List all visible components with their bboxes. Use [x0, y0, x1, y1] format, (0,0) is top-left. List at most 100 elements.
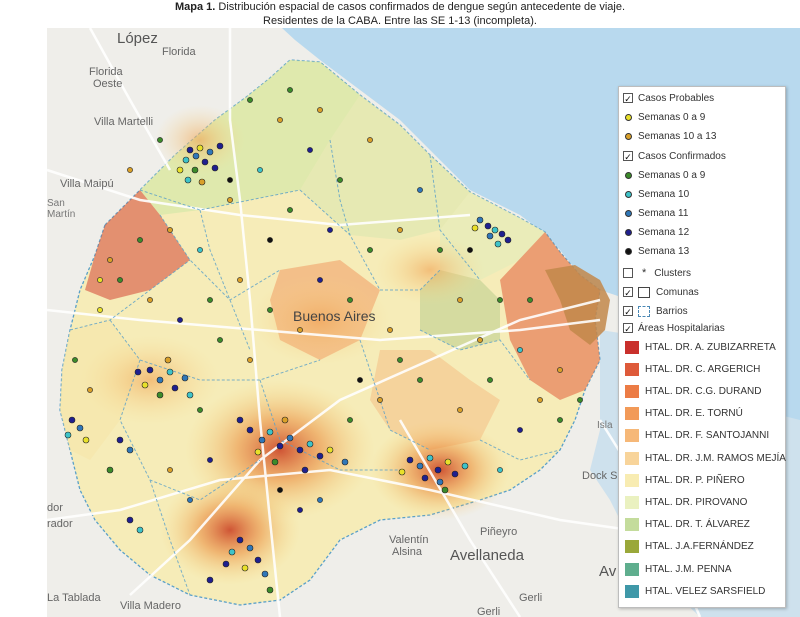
legend-label: Clusters: [654, 267, 691, 279]
legend-label: HTAL. DR. C.G. DURAND: [645, 385, 762, 397]
barrio-outline-icon: [638, 305, 650, 317]
legend-item-probables-0-9: Semanas 0 a 9: [623, 109, 705, 125]
legend-item-hospital: HTAL. DR. E. TORNÚ: [623, 406, 743, 422]
legend-item-hospital: HTAL. DR. P. PIÑERO: [623, 472, 745, 488]
dot-icon: [625, 247, 632, 255]
label-av: Av: [599, 563, 617, 580]
label-gerli-1: Gerli: [519, 592, 543, 604]
dot-icon: [625, 228, 632, 236]
legend-label: HTAL. DR. A. ZUBIZARRETA: [645, 341, 776, 353]
legend-label: HTAL. DR. F. SANTOJANNI: [645, 430, 770, 442]
label-martin-2: Martín: [47, 209, 76, 220]
legend-item-semana-12: Semana 12: [623, 224, 689, 240]
legend-item-confirmados-0-9: Semanas 0 a 9: [623, 167, 705, 183]
legend-item-hospital: HTAL. DR. J.M. RAMOS MEJÍA: [623, 450, 786, 466]
legend-label: Semana 12: [638, 226, 690, 238]
checkbox-checked-icon[interactable]: ✓: [623, 323, 633, 334]
legend-item-hospital: HTAL. DR. T. ÁLVAREZ: [623, 517, 750, 533]
color-swatch: [625, 518, 639, 532]
label-isla: Isla: [597, 420, 613, 431]
legend-item-hospital: HTAL. DR. A. ZUBIZARRETA: [623, 339, 776, 355]
legend-toggle-barrios[interactable]: ✓ Barrios: [623, 303, 688, 319]
map-caption: Mapa 1. Distribución espacial de casos c…: [0, 0, 800, 28]
legend-toggle-probables[interactable]: ✓ Casos Probables: [623, 90, 714, 106]
legend-item-semana-11: Semana 11: [623, 205, 688, 221]
label-avellaneda: Avellaneda: [450, 547, 524, 564]
legend-item-hospital: HTAL. DR. C. ARGERICH: [623, 361, 760, 377]
legend-item-semana-10: Semana 10: [623, 186, 689, 202]
legend-label: Casos Confirmados: [638, 150, 726, 162]
legend-item-hospital: HTAL. DR. C.G. DURAND: [623, 383, 762, 399]
legend-item-hospital: HTAL. DR. PIROVANO: [623, 494, 747, 510]
label-villa-maipu: Villa Maipú: [60, 178, 114, 190]
label-martin-1: San: [47, 198, 65, 209]
dot-icon: [625, 190, 632, 198]
caption-line1: Distribución espacial de casos confirmad…: [215, 1, 626, 13]
legend-label: HTAL. VELEZ SARSFIELD: [645, 585, 766, 597]
comuna-outline-icon: [638, 286, 650, 298]
dot-icon: [625, 132, 632, 140]
color-swatch: [625, 562, 639, 576]
legend-label: Barrios: [656, 305, 688, 317]
legend-toggle-areas[interactable]: ✓ Áreas Hospitalarias: [623, 320, 725, 336]
legend-item-semana-13: Semana 13: [623, 243, 689, 259]
legend-item-hospital: HTAL. DR. F. SANTOJANNI: [623, 428, 769, 444]
color-swatch: [625, 340, 639, 354]
color-swatch: [625, 451, 639, 465]
checkbox-unchecked-icon[interactable]: [623, 268, 633, 278]
label-valentin-2: Alsina: [392, 546, 422, 558]
color-swatch: [625, 429, 639, 443]
legend-item-hospital: HTAL. VELEZ SARSFIELD: [623, 583, 765, 599]
legend-item-probables-10-13: Semanas 10 a 13: [623, 128, 716, 144]
legend-label: HTAL. DR. C. ARGERICH: [645, 363, 761, 375]
legend-label: HTAL. J.M. PENNA: [645, 563, 732, 575]
label-villa-martelli: Villa Martelli: [94, 116, 154, 128]
label-florida: Florida: [162, 46, 196, 58]
color-swatch: [625, 495, 639, 509]
legend-toggle-comunas[interactable]: ✓ Comunas: [623, 284, 699, 300]
legend-label: Semanas 10 a 13: [638, 130, 717, 142]
label-valentin-1: Valentín: [389, 534, 429, 546]
label-rador: rador: [47, 518, 73, 530]
checkbox-checked-icon[interactable]: ✓: [623, 151, 633, 162]
label-dor: dor: [47, 502, 63, 514]
legend-label: Semanas 0 a 9: [638, 169, 706, 181]
label-florida-oeste-2: Oeste: [93, 78, 123, 90]
label-gerli-2: Gerli: [477, 606, 501, 617]
legend-label: Áreas Hospitalarias: [638, 322, 725, 334]
legend-label: Comunas: [656, 286, 699, 298]
color-swatch: [625, 384, 639, 398]
legend-item-hospital: HTAL. J.A.FERNÁNDEZ: [623, 539, 754, 555]
label-villa-madero: Villa Madero: [120, 600, 181, 612]
dot-icon: [625, 171, 632, 179]
star-icon: *: [642, 267, 647, 279]
label-lopez: López: [117, 30, 158, 47]
checkbox-checked-icon[interactable]: ✓: [623, 306, 633, 317]
label-florida-oeste-1: Florida: [89, 66, 123, 78]
legend-item-hospital: HTAL. J.M. PENNA: [623, 561, 732, 577]
color-swatch: [625, 584, 639, 598]
dot-icon: [625, 113, 632, 121]
checkbox-checked-icon[interactable]: ✓: [623, 93, 633, 104]
caption-line2: Residentes de la CABA. Entre las SE 1-13…: [263, 15, 537, 27]
caption-bold: Mapa 1.: [174, 1, 216, 13]
checkbox-checked-icon[interactable]: ✓: [623, 287, 633, 298]
color-swatch: [625, 407, 639, 421]
legend-label: Semana 10: [638, 188, 690, 200]
legend-label: Casos Probables: [638, 92, 715, 104]
label-buenos-aires: Buenos Aires: [293, 308, 376, 324]
color-swatch: [625, 362, 639, 376]
legend-label: HTAL. DR. T. ÁLVAREZ: [645, 519, 750, 531]
color-swatch: [625, 540, 639, 554]
legend-label: HTAL. DR. J.M. RAMOS MEJÍA: [645, 452, 786, 464]
label-pineyro: Piñeyro: [480, 526, 518, 538]
legend-label: HTAL. DR. P. PIÑERO: [645, 474, 745, 486]
label-la-tablada: La Tablada: [47, 592, 101, 604]
legend-toggle-clusters[interactable]: * Clusters: [623, 265, 691, 281]
color-swatch: [625, 473, 639, 487]
legend-label: Semana 13: [638, 245, 690, 257]
legend-label: Semana 11: [638, 207, 689, 219]
legend-label: HTAL. J.A.FERNÁNDEZ: [645, 541, 754, 553]
map-legend: ✓ Casos Probables Semanas 0 a 9 Semanas …: [618, 86, 786, 608]
legend-toggle-confirmados[interactable]: ✓ Casos Confirmados: [623, 148, 726, 164]
